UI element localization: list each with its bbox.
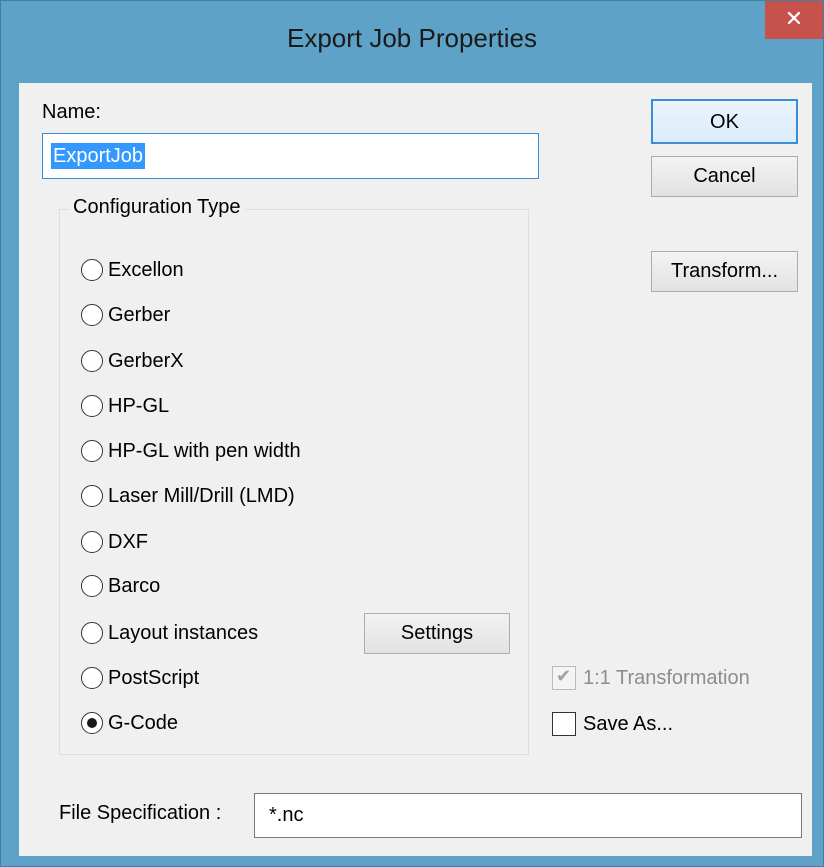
radio-barco[interactable]: Barco: [81, 571, 160, 601]
name-input[interactable]: ExportJob: [42, 133, 539, 179]
radio-label: PostScript: [108, 666, 200, 689]
radio-label: HP-GL: [108, 394, 170, 417]
radio-label: GerberX: [108, 349, 184, 372]
radio-button[interactable]: [81, 259, 103, 281]
configuration-type-legend: Configuration Type: [69, 196, 245, 219]
radio-gerber[interactable]: Gerber: [81, 300, 170, 330]
radio-button[interactable]: [81, 622, 103, 644]
radio-label: Excellon: [108, 258, 184, 281]
radio-laser-mill-drill[interactable]: Laser Mill/Drill (LMD): [81, 481, 295, 511]
file-specification-input[interactable]: *.nc: [254, 793, 802, 838]
checkmark-icon: ✔: [556, 666, 572, 686]
radio-button[interactable]: [81, 485, 103, 507]
radio-label: DXF: [108, 530, 148, 553]
radio-excellon[interactable]: Excellon: [81, 255, 184, 285]
name-input-value: ExportJob: [51, 143, 146, 169]
radio-label: HP-GL with pen width: [108, 439, 301, 462]
transform-button[interactable]: Transform...: [651, 251, 798, 292]
radio-button[interactable]: [81, 440, 103, 462]
radio-dxf[interactable]: DXF: [81, 527, 148, 557]
radio-button[interactable]: [81, 575, 103, 597]
ok-button[interactable]: OK: [651, 99, 798, 144]
one-to-one-transformation-option[interactable]: ✔ 1:1 Transformation: [552, 666, 750, 690]
radio-button[interactable]: [81, 350, 103, 372]
title-bar[interactable]: Export Job Properties ✕: [1, 1, 823, 83]
radio-label: G-Code: [108, 711, 179, 734]
radio-gerberx[interactable]: GerberX: [81, 346, 184, 376]
radio-hp-gl[interactable]: HP-GL: [81, 391, 169, 421]
radio-label: Barco: [108, 574, 161, 597]
save-as-option[interactable]: Save As...: [552, 712, 673, 736]
radio-button[interactable]: [81, 667, 103, 689]
save-as-label: Save As...: [583, 712, 674, 735]
save-as-checkbox[interactable]: [552, 712, 576, 736]
radio-label: Gerber: [108, 303, 171, 326]
radio-label: Layout instances: [108, 621, 259, 644]
radio-label: Laser Mill/Drill (LMD): [108, 484, 295, 507]
radio-button[interactable]: [81, 304, 103, 326]
dialog-client-area: Name: ExportJob OK Cancel Transform... C…: [19, 83, 812, 856]
file-specification-label: File Specification :: [59, 802, 222, 824]
one-to-one-transformation-label: 1:1 Transformation: [583, 666, 750, 689]
radio-g-code[interactable]: G-Code: [81, 708, 178, 738]
cancel-button[interactable]: Cancel: [651, 156, 798, 197]
radio-button-selected[interactable]: [81, 712, 103, 734]
close-button[interactable]: ✕: [765, 1, 823, 39]
radio-button[interactable]: [81, 531, 103, 553]
radio-button[interactable]: [81, 395, 103, 417]
close-icon: ✕: [784, 6, 804, 31]
name-label: Name:: [42, 101, 101, 123]
export-job-properties-window: Export Job Properties ✕ Name: ExportJob …: [0, 0, 824, 867]
one-to-one-transformation-checkbox[interactable]: ✔: [552, 666, 576, 690]
window-title: Export Job Properties: [286, 23, 537, 53]
radio-layout-instances[interactable]: Layout instances: [81, 618, 258, 648]
settings-button[interactable]: Settings: [364, 613, 510, 654]
radio-hp-gl-pen-width[interactable]: HP-GL with pen width: [81, 436, 301, 466]
radio-postscript[interactable]: PostScript: [81, 663, 199, 693]
